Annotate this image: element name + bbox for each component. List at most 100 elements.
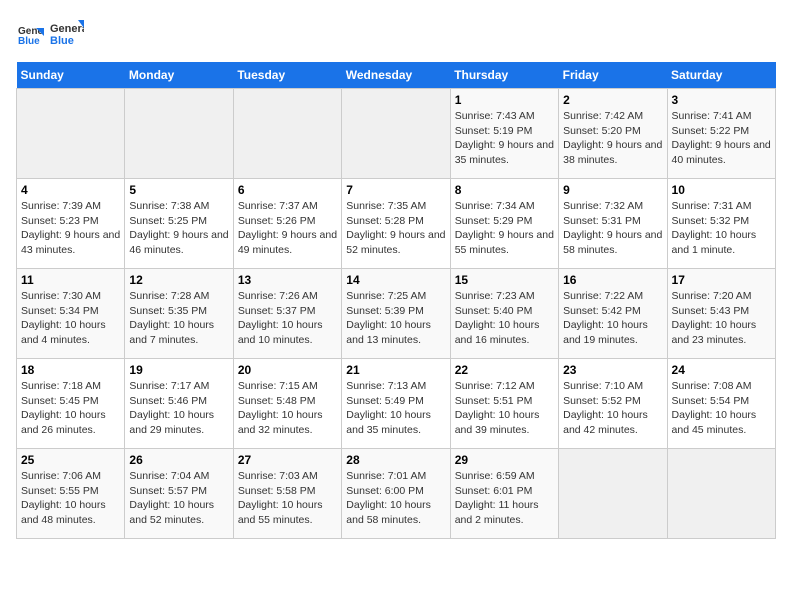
logo: General Blue General Blue	[16, 16, 84, 52]
day-info: Sunrise: 7:10 AM Sunset: 5:52 PM Dayligh…	[563, 379, 662, 438]
calendar-cell: 18 Sunrise: 7:18 AM Sunset: 5:45 PM Dayli…	[17, 359, 125, 449]
day-number: 20	[238, 363, 337, 377]
weekday-header-tuesday: Tuesday	[233, 62, 341, 89]
day-number: 17	[672, 273, 771, 287]
day-info: Sunrise: 7:04 AM Sunset: 5:57 PM Dayligh…	[129, 469, 228, 528]
day-number: 22	[455, 363, 554, 377]
weekday-header-row: SundayMondayTuesdayWednesdayThursdayFrid…	[17, 62, 776, 89]
calendar-cell	[667, 449, 775, 539]
calendar-cell: 7 Sunrise: 7:35 AM Sunset: 5:28 PM Daylig…	[342, 179, 450, 269]
calendar-cell: 4 Sunrise: 7:39 AM Sunset: 5:23 PM Daylig…	[17, 179, 125, 269]
day-info: Sunrise: 7:38 AM Sunset: 5:25 PM Dayligh…	[129, 199, 228, 258]
day-number: 24	[672, 363, 771, 377]
weekday-header-friday: Friday	[559, 62, 667, 89]
day-number: 8	[455, 183, 554, 197]
day-info: Sunrise: 7:28 AM Sunset: 5:35 PM Dayligh…	[129, 289, 228, 348]
day-info: Sunrise: 7:32 AM Sunset: 5:31 PM Dayligh…	[563, 199, 662, 258]
calendar-cell: 6 Sunrise: 7:37 AM Sunset: 5:26 PM Daylig…	[233, 179, 341, 269]
day-info: Sunrise: 7:25 AM Sunset: 5:39 PM Dayligh…	[346, 289, 445, 348]
calendar-cell: 19Sunrise: 7:17 AM Sunset: 5:46 PM Dayli…	[125, 359, 233, 449]
calendar-cell: 27Sunrise: 7:03 AM Sunset: 5:58 PM Dayli…	[233, 449, 341, 539]
day-info: Sunrise: 7:37 AM Sunset: 5:26 PM Dayligh…	[238, 199, 337, 258]
calendar-table: SundayMondayTuesdayWednesdayThursdayFrid…	[16, 62, 776, 539]
weekday-header-thursday: Thursday	[450, 62, 558, 89]
calendar-cell: 3 Sunrise: 7:41 AM Sunset: 5:22 PM Daylig…	[667, 89, 775, 179]
page-header: General Blue General Blue	[16, 16, 776, 52]
calendar-cell	[233, 89, 341, 179]
calendar-cell: 23 Sunrise: 7:10 AM Sunset: 5:52 PM Dayli…	[559, 359, 667, 449]
calendar-cell: 1 Sunrise: 7:43 AM Sunset: 5:19 PM Daylig…	[450, 89, 558, 179]
calendar-cell: 9 Sunrise: 7:32 AM Sunset: 5:31 PM Daylig…	[559, 179, 667, 269]
calendar-cell: 22 Sunrise: 7:12 AM Sunset: 5:51 PM Dayli…	[450, 359, 558, 449]
calendar-header: SundayMondayTuesdayWednesdayThursdayFrid…	[17, 62, 776, 89]
day-number: 13	[238, 273, 337, 287]
day-number: 4	[21, 183, 120, 197]
day-info: Sunrise: 7:23 AM Sunset: 5:40 PM Dayligh…	[455, 289, 554, 348]
day-number: 16	[563, 273, 662, 287]
weekday-header-saturday: Saturday	[667, 62, 775, 89]
day-number: 19	[129, 363, 228, 377]
day-number: 1	[455, 93, 554, 107]
calendar-cell	[125, 89, 233, 179]
calendar-cell: 2 Sunrise: 7:42 AM Sunset: 5:20 PM Daylig…	[559, 89, 667, 179]
calendar-cell: 8Sunrise: 7:34 AM Sunset: 5:29 PM Daylig…	[450, 179, 558, 269]
calendar-cell: 28Sunrise: 7:01 AM Sunset: 6:00 PM Dayli…	[342, 449, 450, 539]
calendar-week-row: 18 Sunrise: 7:18 AM Sunset: 5:45 PM Dayli…	[17, 359, 776, 449]
day-number: 2	[563, 93, 662, 107]
weekday-header-wednesday: Wednesday	[342, 62, 450, 89]
day-info: Sunrise: 7:35 AM Sunset: 5:28 PM Dayligh…	[346, 199, 445, 258]
calendar-cell: 13 Sunrise: 7:26 AM Sunset: 5:37 PM Dayli…	[233, 269, 341, 359]
calendar-cell: 21 Sunrise: 7:13 AM Sunset: 5:49 PM Dayli…	[342, 359, 450, 449]
svg-text:Blue: Blue	[18, 36, 40, 47]
day-number: 6	[238, 183, 337, 197]
calendar-cell: 29Sunrise: 6:59 AM Sunset: 6:01 PM Dayli…	[450, 449, 558, 539]
calendar-cell	[559, 449, 667, 539]
day-info: Sunrise: 7:12 AM Sunset: 5:51 PM Dayligh…	[455, 379, 554, 438]
calendar-body: 1 Sunrise: 7:43 AM Sunset: 5:19 PM Daylig…	[17, 89, 776, 539]
day-number: 21	[346, 363, 445, 377]
calendar-cell: 16Sunrise: 7:22 AM Sunset: 5:42 PM Dayli…	[559, 269, 667, 359]
calendar-cell: 10 Sunrise: 7:31 AM Sunset: 5:32 PM Dayli…	[667, 179, 775, 269]
day-number: 26	[129, 453, 228, 467]
day-number: 11	[21, 273, 120, 287]
day-info: Sunrise: 7:20 AM Sunset: 5:43 PM Dayligh…	[672, 289, 771, 348]
day-number: 9	[563, 183, 662, 197]
day-info: Sunrise: 7:06 AM Sunset: 5:55 PM Dayligh…	[21, 469, 120, 528]
calendar-cell: 12Sunrise: 7:28 AM Sunset: 5:35 PM Dayli…	[125, 269, 233, 359]
day-info: Sunrise: 7:03 AM Sunset: 5:58 PM Dayligh…	[238, 469, 337, 528]
calendar-cell: 14 Sunrise: 7:25 AM Sunset: 5:39 PM Dayli…	[342, 269, 450, 359]
day-number: 25	[21, 453, 120, 467]
day-number: 23	[563, 363, 662, 377]
day-number: 7	[346, 183, 445, 197]
day-info: Sunrise: 7:15 AM Sunset: 5:48 PM Dayligh…	[238, 379, 337, 438]
day-number: 29	[455, 453, 554, 467]
day-number: 14	[346, 273, 445, 287]
calendar-cell: 25 Sunrise: 7:06 AM Sunset: 5:55 PM Dayli…	[17, 449, 125, 539]
day-info: Sunrise: 7:41 AM Sunset: 5:22 PM Dayligh…	[672, 109, 771, 168]
day-info: Sunrise: 7:26 AM Sunset: 5:37 PM Dayligh…	[238, 289, 337, 348]
logo-icon: General Blue	[16, 20, 44, 48]
calendar-week-row: 1 Sunrise: 7:43 AM Sunset: 5:19 PM Daylig…	[17, 89, 776, 179]
svg-text:General: General	[50, 23, 84, 35]
day-info: Sunrise: 7:43 AM Sunset: 5:19 PM Dayligh…	[455, 109, 554, 168]
calendar-cell: 11Sunrise: 7:30 AM Sunset: 5:34 PM Dayli…	[17, 269, 125, 359]
day-number: 5	[129, 183, 228, 197]
weekday-header-sunday: Sunday	[17, 62, 125, 89]
day-info: Sunrise: 7:01 AM Sunset: 6:00 PM Dayligh…	[346, 469, 445, 528]
weekday-header-monday: Monday	[125, 62, 233, 89]
calendar-cell: 20 Sunrise: 7:15 AM Sunset: 5:48 PM Dayli…	[233, 359, 341, 449]
calendar-cell	[17, 89, 125, 179]
svg-text:Blue: Blue	[50, 35, 74, 47]
day-info: Sunrise: 7:39 AM Sunset: 5:23 PM Dayligh…	[21, 199, 120, 258]
day-number: 3	[672, 93, 771, 107]
calendar-week-row: 25 Sunrise: 7:06 AM Sunset: 5:55 PM Dayli…	[17, 449, 776, 539]
calendar-cell: 5 Sunrise: 7:38 AM Sunset: 5:25 PM Daylig…	[125, 179, 233, 269]
day-number: 18	[21, 363, 120, 377]
day-info: Sunrise: 7:42 AM Sunset: 5:20 PM Dayligh…	[563, 109, 662, 168]
day-number: 10	[672, 183, 771, 197]
day-info: Sunrise: 7:13 AM Sunset: 5:49 PM Dayligh…	[346, 379, 445, 438]
day-number: 15	[455, 273, 554, 287]
day-info: Sunrise: 7:31 AM Sunset: 5:32 PM Dayligh…	[672, 199, 771, 258]
day-info: Sunrise: 7:18 AM Sunset: 5:45 PM Dayligh…	[21, 379, 120, 438]
logo-bird-icon: General Blue	[48, 16, 84, 52]
